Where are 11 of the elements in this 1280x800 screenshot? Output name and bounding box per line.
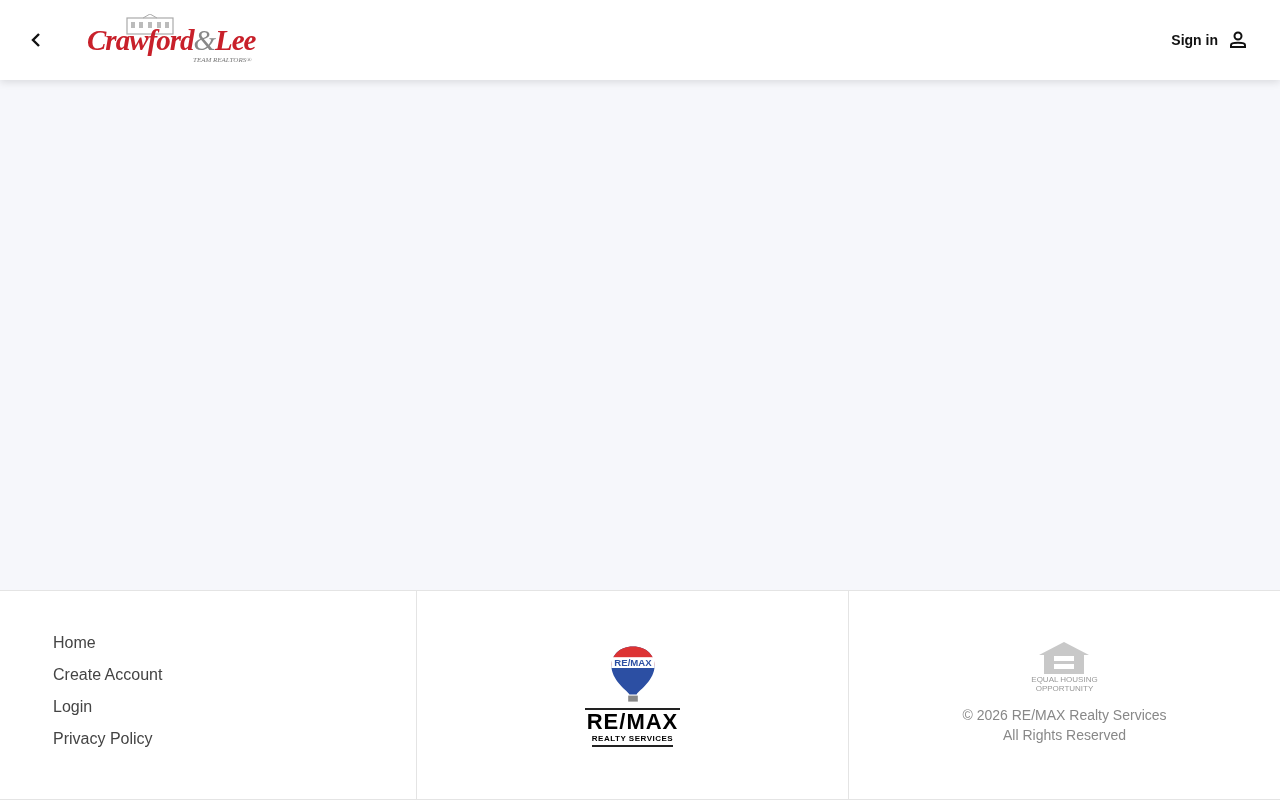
copyright-text: © 2026 RE/MAX Realty Services (962, 706, 1167, 725)
brand-logo: RE/MAX RE/MAX REALTY SERVICES (584, 643, 681, 747)
sign-in-button[interactable]: Sign in (1171, 30, 1248, 50)
footer-link[interactable]: Create Account (53, 664, 163, 686)
rights-text: All Rights Reserved (1003, 726, 1126, 745)
user-icon (1228, 30, 1248, 50)
footer-link[interactable]: Login (53, 696, 93, 718)
back-icon[interactable] (30, 32, 42, 48)
footer-link[interactable]: Privacy Policy (53, 728, 153, 750)
equal-housing-logo: EQUAL HOUSING OPPORTUNITY (1031, 641, 1098, 693)
footer-link[interactable]: Home (53, 632, 96, 654)
